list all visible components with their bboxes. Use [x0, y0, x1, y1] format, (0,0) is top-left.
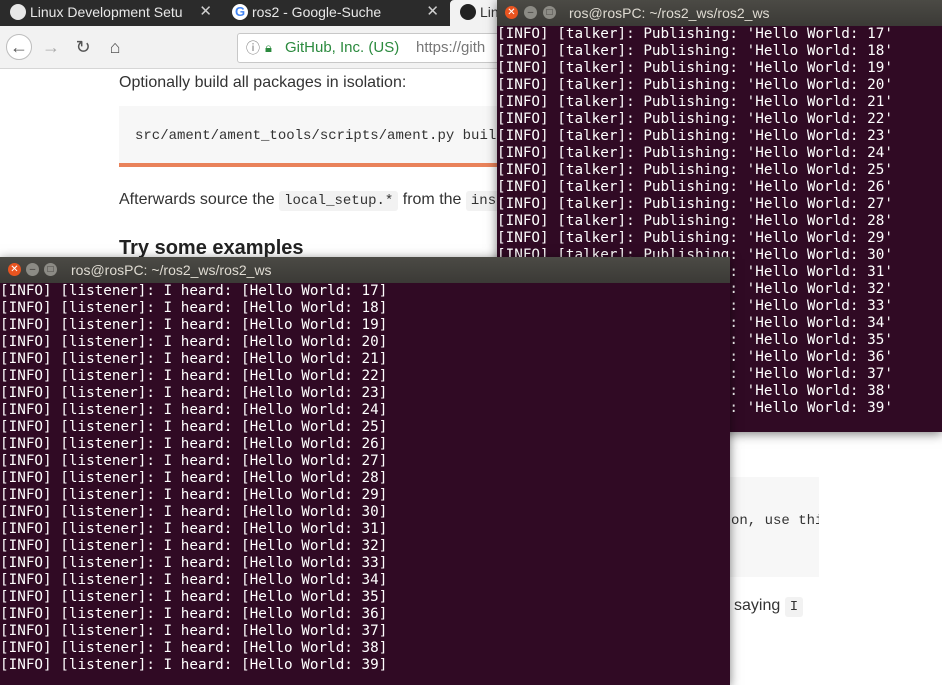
terminal-line: [INFO] [listener]: I heard: [Hello World… — [0, 385, 388, 401]
terminal-line: [INFO] [talker]: Publishing: 'Hello Worl… — [497, 145, 893, 161]
forward-button[interactable]: → — [38, 34, 64, 60]
terminal-title: ros@rosPC: ~/ros2_ws/ros2_ws — [569, 5, 770, 21]
terminal-line: [INFO] [listener]: I heard: [Hello World… — [0, 623, 388, 639]
close-icon[interactable]: ✕ — [505, 6, 518, 19]
terminal-line: [INFO] [listener]: I heard: [Hello World… — [0, 300, 388, 316]
github-icon — [460, 4, 476, 20]
close-tab-icon[interactable]: ✕ — [426, 0, 439, 24]
terminal-line: [INFO] [listener]: I heard: [Hello World… — [0, 368, 388, 384]
reload-button[interactable]: ↻ — [70, 34, 96, 60]
terminal-line: [INFO] [talker]: Publishing: 'Hello Worl… — [497, 128, 893, 144]
terminal-titlebar[interactable]: ✕ – □ ros@rosPC: ~/ros2_ws/ros2_ws — [0, 257, 730, 283]
saying-text: saying — [734, 597, 781, 614]
terminal-line: [INFO] [listener]: I heard: [Hello World… — [0, 657, 388, 673]
saying-code: I — [784, 597, 804, 617]
terminal-line: [INFO] [listener]: I heard: [Hello World… — [0, 538, 388, 554]
reload-icon: ↻ — [75, 37, 91, 57]
terminal-line: [INFO] [talker]: Publishing: 'Hello Worl… — [497, 196, 893, 212]
tab-linux-development-setup[interactable]: Linux Development Setu ✕ — [0, 0, 220, 26]
tab-title: Linux Development Setu — [30, 4, 183, 20]
build-code-block: src/ament/ament_tools/scripts/ament.py b… — [119, 106, 499, 163]
listener-terminal-window[interactable]: ✕ – □ ros@rosPC: ~/ros2_ws/ros2_ws [INFO… — [0, 257, 730, 685]
build-command: src/ament/ament_tools/scripts/ament.py b… — [135, 128, 499, 144]
github-icon — [10, 4, 26, 20]
tab-title: ros2 - Google-Suche — [252, 4, 382, 20]
terminal-line: [INFO] [listener]: I heard: [Hello World… — [0, 453, 388, 469]
url-text[interactable]: https://gith — [416, 34, 485, 62]
terminal-line: [INFO] [talker]: Publishing: 'Hello Worl… — [497, 60, 893, 76]
terminal-line: [INFO] [talker]: Publishing: 'Hello Worl… — [497, 94, 893, 110]
info-icon[interactable]: ⓘ — [246, 34, 260, 62]
terminal-line: [INFO] [listener]: I heard: [Hello World… — [0, 504, 388, 520]
terminal-line: [INFO] [listener]: I heard: [Hello World… — [0, 283, 388, 299]
back-button[interactable]: ← — [6, 34, 32, 60]
terminal-line: [INFO] [listener]: I heard: [Hello World… — [0, 317, 388, 333]
code-block-underline — [119, 163, 499, 167]
minimize-icon[interactable]: – — [26, 263, 39, 276]
terminal-line: [INFO] [talker]: Publishing: 'Hello Worl… — [497, 77, 893, 93]
terminal-line: [INFO] [talker]: Publishing: 'Hello Worl… — [497, 43, 893, 59]
home-icon: ⌂ — [109, 37, 121, 57]
partial-code-text: on, use this — [731, 513, 819, 529]
terminal-line: [INFO] [listener]: I heard: [Hello World… — [0, 487, 388, 503]
tab-ros2-google-suche[interactable]: G ros2 - Google-Suche ✕ — [222, 0, 447, 26]
site-identity[interactable]: GitHub, Inc. (US) — [285, 34, 399, 62]
back-arrow-icon: ← — [10, 37, 28, 57]
saying-paragraph: saying I — [734, 597, 804, 617]
terminal-line: [INFO] [listener]: I heard: [Hello World… — [0, 640, 388, 656]
terminal-line: [INFO] [listener]: I heard: [Hello World… — [0, 606, 388, 622]
terminal-output[interactable]: [INFO] [listener]: I heard: [Hello World… — [0, 283, 730, 685]
google-icon: G — [232, 4, 248, 20]
partial-code-block: on, use this — [725, 477, 819, 577]
lock-icon: 🔒︎ — [265, 40, 272, 55]
from-the-text: from the — [402, 191, 462, 208]
minimize-icon[interactable]: – — [524, 6, 537, 19]
afterwards-paragraph: Afterwards source the local_setup.* from… — [119, 191, 518, 211]
terminal-line: [INFO] [talker]: Publishing: 'Hello Worl… — [497, 179, 893, 195]
isolation-paragraph: Optionally build all packages in isolati… — [119, 74, 407, 91]
terminal-line: [INFO] [listener]: I heard: [Hello World… — [0, 572, 388, 588]
terminal-line: [INFO] [listener]: I heard: [Hello World… — [0, 436, 388, 452]
terminal-line: [INFO] [listener]: I heard: [Hello World… — [0, 334, 388, 350]
maximize-icon[interactable]: □ — [44, 263, 57, 276]
forward-arrow-icon: → — [42, 37, 60, 57]
maximize-icon[interactable]: □ — [543, 6, 556, 19]
terminal-line: [INFO] [talker]: Publishing: 'Hello Worl… — [497, 26, 893, 42]
local-setup-code: local_setup.* — [279, 191, 399, 211]
terminal-title: ros@rosPC: ~/ros2_ws/ros2_ws — [71, 262, 272, 278]
terminal-line: [INFO] [talker]: Publishing: 'Hello Worl… — [497, 162, 893, 178]
terminal-line: [INFO] [listener]: I heard: [Hello World… — [0, 419, 388, 435]
terminal-line: [INFO] [listener]: I heard: [Hello World… — [0, 351, 388, 367]
close-tab-icon[interactable]: ✕ — [199, 0, 212, 24]
terminal-line: [INFO] [talker]: Publishing: 'Hello Worl… — [497, 213, 893, 229]
terminal-line: [INFO] [listener]: I heard: [Hello World… — [0, 521, 388, 537]
terminal-line: [INFO] [talker]: Publishing: 'Hello Worl… — [497, 111, 893, 127]
afterwards-text: Afterwards source the — [119, 191, 275, 208]
home-button[interactable]: ⌂ — [102, 34, 128, 60]
terminal-line: [INFO] [listener]: I heard: [Hello World… — [0, 402, 388, 418]
terminal-line: [INFO] [talker]: Publishing: 'Hello Worl… — [497, 230, 893, 246]
close-icon[interactable]: ✕ — [8, 263, 21, 276]
terminal-line: [INFO] [listener]: I heard: [Hello World… — [0, 589, 388, 605]
terminal-titlebar[interactable]: ✕ – □ ros@rosPC: ~/ros2_ws/ros2_ws — [497, 0, 942, 26]
terminal-line: [INFO] [listener]: I heard: [Hello World… — [0, 555, 388, 571]
terminal-line: [INFO] [listener]: I heard: [Hello World… — [0, 470, 388, 486]
